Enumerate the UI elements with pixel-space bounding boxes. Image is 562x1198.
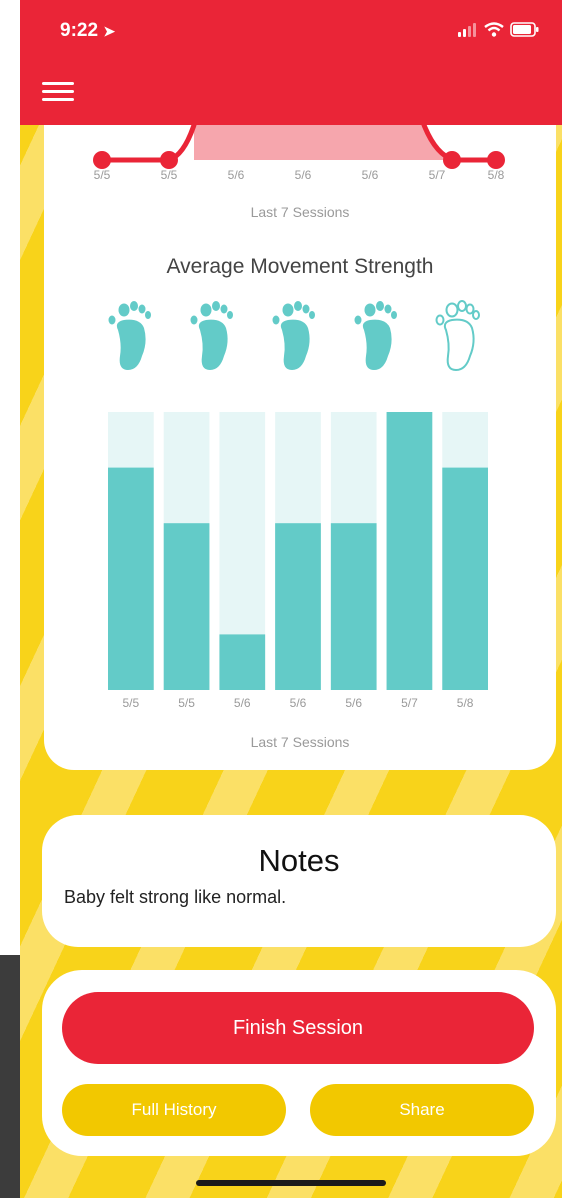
bar bbox=[275, 523, 321, 690]
notes-title: Notes bbox=[258, 843, 340, 878]
bar bbox=[219, 634, 266, 690]
foot-icon bbox=[350, 298, 406, 374]
bar-date-label: 5/8 bbox=[456, 696, 474, 710]
actions-card: Finish Session Full History Share bbox=[42, 970, 556, 1156]
foot-icon bbox=[268, 298, 324, 374]
bar-date-label: 5/7 bbox=[401, 696, 418, 710]
notes-card: Notes Baby felt strong like normal. bbox=[42, 815, 556, 947]
line-date-label: 5/6 bbox=[361, 168, 379, 182]
home-indicator bbox=[196, 1180, 386, 1186]
bar-date-label: 5/5 bbox=[122, 696, 140, 710]
status-time: 9:22 ➤ bbox=[60, 20, 115, 42]
line-date-label: 5/5 bbox=[160, 168, 178, 182]
foot-icon bbox=[432, 298, 488, 374]
notes-text: Baby felt strong like normal. bbox=[64, 887, 287, 907]
bar bbox=[442, 467, 488, 690]
foot-icon bbox=[104, 298, 160, 374]
bar bbox=[330, 523, 377, 690]
finish-session-button[interactable]: Finish Session bbox=[62, 992, 534, 1064]
movement-bar-chart bbox=[108, 412, 488, 690]
battery-icon bbox=[510, 22, 539, 37]
line-date-label: 5/6 bbox=[294, 168, 312, 182]
bar-date-label: 5/6 bbox=[233, 696, 251, 710]
line-point bbox=[487, 151, 505, 169]
line-date-label: 5/5 bbox=[93, 168, 111, 182]
line-chart-fill bbox=[194, 125, 452, 160]
wifi-icon bbox=[484, 22, 504, 37]
background-edge bbox=[0, 0, 20, 1198]
app-header: 9:22 ➤ bbox=[20, 0, 562, 125]
line-date-label: 5/7 bbox=[428, 168, 446, 182]
hamburger-menu-icon[interactable] bbox=[42, 82, 74, 104]
line-point bbox=[443, 151, 461, 169]
bar bbox=[386, 412, 433, 690]
bar-chart-caption: Last 7 Sessions bbox=[250, 734, 350, 750]
line-date-label: 5/6 bbox=[227, 168, 245, 182]
bar bbox=[163, 523, 210, 690]
stats-card: 5/5 5/5 5/6 5/6 5/6 5/7 5/8 Last 7 Sessions Av… bbox=[44, 80, 556, 770]
background-dark-block bbox=[0, 955, 20, 1198]
line-chart-caption: Last 7 Sessions bbox=[250, 204, 350, 220]
full-history-button[interactable]: Full History bbox=[62, 1084, 286, 1136]
status-time-text: 9:22 bbox=[60, 20, 99, 41]
bar-date-label: 5/5 bbox=[178, 696, 195, 710]
foot-icon bbox=[186, 298, 242, 374]
status-icons bbox=[458, 22, 540, 37]
line-point bbox=[160, 151, 178, 169]
app-screen: 9:22 ➤ 5/5 5/5 5/6 5/6 5/6 5/7 5/8 Last … bbox=[20, 0, 562, 1198]
strength-title: Average Movement Strength bbox=[166, 255, 434, 278]
signal-icon bbox=[458, 22, 478, 37]
bar-date-label: 5/6 bbox=[345, 696, 363, 710]
bar-date-label: 5/6 bbox=[289, 696, 307, 710]
line-point bbox=[93, 151, 111, 169]
location-arrow-icon: ➤ bbox=[103, 23, 116, 39]
bar bbox=[108, 467, 154, 690]
share-button[interactable]: Share bbox=[310, 1084, 534, 1136]
line-date-label: 5/8 bbox=[487, 168, 505, 182]
strength-feet-rating bbox=[104, 298, 504, 378]
